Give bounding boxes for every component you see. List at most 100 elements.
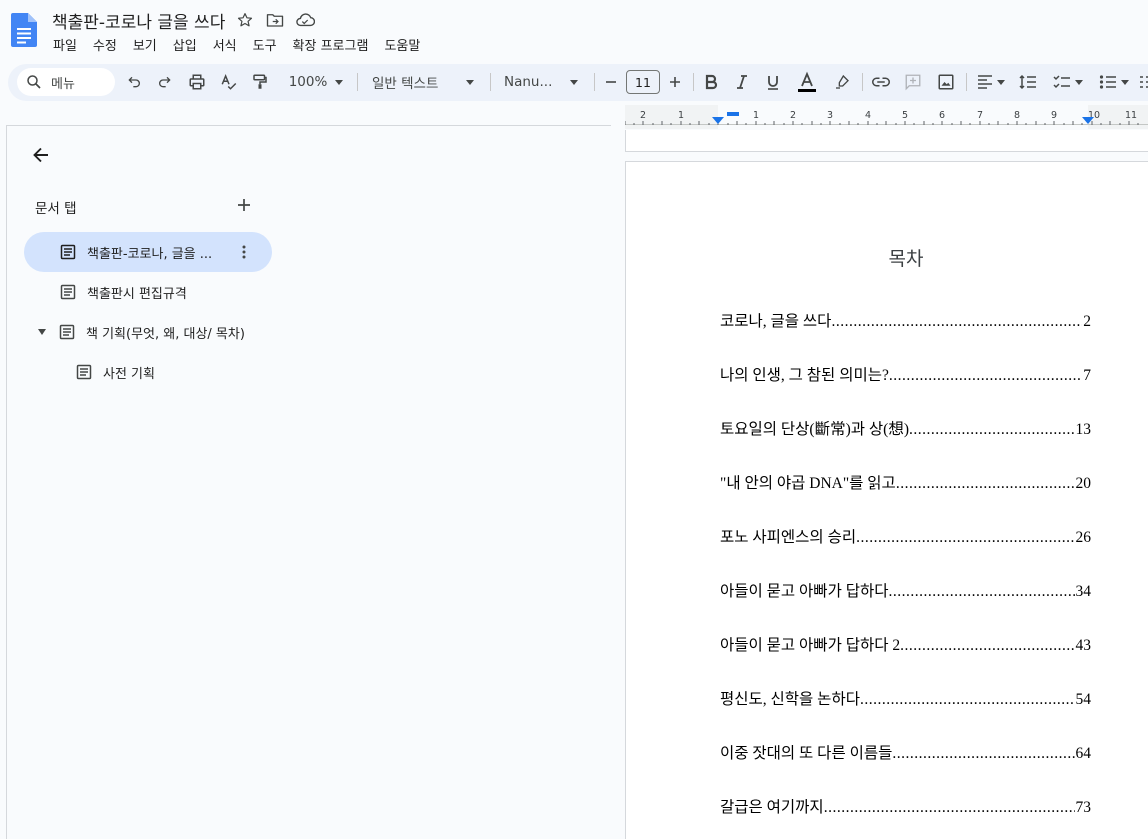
document-tabs-panel: 문서 탭 책출판-코로나, 글을 ... 책출판시 편집규격 책 기획(무엇, … [6, 125, 611, 839]
subtab-item[interactable]: 사전 기획 [76, 352, 155, 392]
toc-entry-text: 아들이 묻고 아빠가 답하다 [720, 583, 889, 600]
search-icon [25, 73, 43, 91]
bulleted-list-dropdown[interactable] [1094, 70, 1134, 94]
ruler-label: 1 [753, 110, 759, 121]
insert-image-icon[interactable] [934, 70, 958, 94]
back-arrow-icon[interactable] [31, 145, 51, 165]
ruler-label: 4 [865, 110, 871, 121]
zoom-dropdown[interactable]: 100% [284, 70, 348, 94]
menu-insert[interactable]: 삽입 [173, 35, 197, 54]
style-dropdown[interactable]: 일반 텍스트 [368, 70, 476, 94]
menu-extensions[interactable]: 확장 프로그램 [293, 35, 369, 54]
toc-title: 목차 [888, 248, 924, 270]
font-size-input[interactable]: 11 [626, 70, 660, 94]
decrease-font-size-icon[interactable] [601, 70, 621, 94]
menu-tools[interactable]: 도구 [253, 35, 277, 54]
ruler-label: 8 [1014, 110, 1020, 121]
toc-entry[interactable]: 포노 사피엔스의 승리 26 [720, 525, 1091, 547]
toc-entry[interactable]: 아들이 묻고 아빠가 답하다 34 [720, 579, 1091, 601]
toc-entry-text: 갈급은 여기까지 [720, 799, 824, 816]
ruler-label: 5 [902, 110, 908, 121]
toc-leader-dots [889, 367, 1082, 385]
ruler-label: 3 [827, 110, 833, 121]
toc-leader-dots [896, 475, 1075, 493]
underline-icon[interactable] [762, 70, 784, 94]
toc-entry-text: 코로나, 글을 쓰다 [720, 313, 832, 330]
bold-icon[interactable] [700, 70, 722, 94]
more-options-icon[interactable] [236, 244, 252, 260]
toc-leader-dots [824, 799, 1075, 817]
toc-entry[interactable]: 갈급은 여기까지 73 [720, 795, 1091, 817]
ruler-label: 2 [790, 110, 796, 121]
document-page[interactable]: 목차 코로나, 글을 쓰다 2 나의 인생, 그 참된 의미는? 7 토요일의 … [625, 161, 1148, 839]
ruler-ticks: 2 1 1 2 3 4 5 6 7 8 9 10 11 [625, 105, 1148, 129]
toc-entry[interactable]: "내 안의 야곱 DNA"를 읽고 20 [720, 471, 1091, 493]
cloud-saved-icon[interactable] [295, 10, 316, 30]
ruler-label: 2 [640, 110, 646, 121]
toc-entry[interactable]: 나의 인생, 그 참된 의미는? 7 [720, 363, 1091, 385]
menu-file[interactable]: 파일 [53, 35, 77, 54]
numbered-list-icon[interactable] [1139, 70, 1148, 94]
highlight-icon[interactable] [830, 70, 854, 94]
increase-font-size-icon[interactable] [665, 70, 685, 94]
ruler-label: 9 [1051, 110, 1057, 121]
tab-item[interactable]: 책 기획(무엇, 왜, 대상/ 목차) [38, 312, 245, 352]
move-folder-icon[interactable] [265, 10, 285, 30]
line-spacing-icon[interactable] [1015, 70, 1041, 94]
divider [490, 73, 491, 91]
chevron-down-icon [997, 79, 1005, 85]
document-title[interactable]: 책출판-코로나 글을 쓰다 [52, 8, 225, 33]
document-tab-icon [60, 244, 76, 260]
redo-icon[interactable] [153, 70, 177, 94]
text-color-icon[interactable] [794, 70, 820, 94]
toc-entry-page: 34 [1075, 583, 1092, 600]
checklist-dropdown[interactable] [1048, 70, 1088, 94]
add-tab-icon[interactable] [235, 196, 253, 214]
zoom-value: 100% [288, 74, 328, 90]
tab-label: 사전 기획 [103, 366, 155, 382]
link-icon[interactable] [869, 70, 893, 94]
menu-bar: 파일 수정 보기 삽입 서식 도구 확장 프로그램 도움말 [53, 35, 436, 54]
print-icon[interactable] [185, 70, 209, 94]
toc-leader-dots [909, 421, 1075, 439]
title-row: 책출판-코로나 글을 쓰다 [52, 8, 316, 33]
toc-leader-dots [856, 529, 1074, 547]
tab-item[interactable]: 책출판시 편집규격 [60, 272, 187, 312]
font-value: Nanu... [504, 74, 553, 90]
star-icon[interactable] [235, 10, 255, 30]
paint-format-icon[interactable] [248, 70, 272, 94]
docs-logo-icon[interactable] [11, 13, 37, 47]
ruler-label: 7 [977, 110, 983, 121]
font-dropdown[interactable]: Nanu... [500, 70, 580, 94]
align-dropdown[interactable] [973, 70, 1009, 94]
search-label: 메뉴 [51, 76, 75, 92]
menu-format[interactable]: 서식 [213, 35, 237, 54]
spellcheck-icon[interactable] [217, 70, 241, 94]
search-menus-box[interactable]: 메뉴 [17, 68, 115, 96]
ruler-label: 11 [1125, 110, 1137, 121]
toc-entry-text: 포노 사피엔스의 승리 [720, 529, 857, 546]
toc-entry-page: 64 [1075, 745, 1092, 762]
tab-item-active[interactable]: 책출판-코로나, 글을 ... [24, 232, 272, 272]
document-tab-icon [76, 364, 92, 380]
toc-entry-page: 7 [1083, 367, 1091, 384]
add-comment-icon[interactable] [901, 70, 925, 94]
chevron-down-icon [1075, 79, 1083, 85]
tabs-header: 문서 탭 [35, 201, 77, 217]
toc-entry-text: 나의 인생, 그 참된 의미는? [720, 367, 889, 384]
expand-caret-icon[interactable] [38, 329, 46, 335]
toc-entry[interactable]: 이중 잣대의 또 다른 이름들 64 [720, 741, 1091, 763]
menu-edit[interactable]: 수정 [93, 35, 117, 54]
toc-entry[interactable]: 코로나, 글을 쓰다 2 [720, 309, 1091, 331]
undo-icon[interactable] [122, 70, 146, 94]
previous-page-bottom [625, 130, 1148, 152]
horizontal-ruler[interactable]: 2 1 1 2 3 4 5 6 7 8 9 10 11 [625, 105, 1148, 129]
menu-view[interactable]: 보기 [133, 35, 157, 54]
toc-entry[interactable]: 평신도, 신학을 논하다 54 [720, 687, 1091, 709]
italic-icon[interactable] [731, 70, 753, 94]
tab-label: 책출판시 편집규격 [87, 286, 187, 302]
toc-entry-page: 73 [1075, 799, 1092, 816]
toc-entry[interactable]: 아들이 묻고 아빠가 답하다 2 43 [720, 633, 1091, 655]
menu-help[interactable]: 도움말 [384, 35, 420, 54]
toc-entry[interactable]: 토요일의 단상(斷常)과 상(想) 13 [720, 417, 1091, 439]
